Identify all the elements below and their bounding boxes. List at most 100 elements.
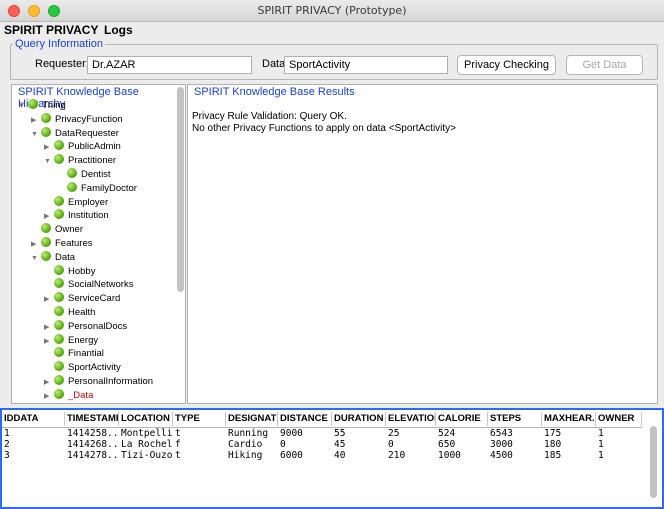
tree-node[interactable]: Employer [44, 195, 108, 209]
tree-node[interactable]: ▼ Practitioner [44, 154, 116, 167]
window-title: SPIRIT PRIVACY (Prototype) [257, 4, 407, 17]
requester-label: Requester: [35, 58, 89, 70]
table-cell: 4500 [490, 450, 513, 461]
tree-node-label: Data [55, 251, 76, 263]
tree-node-label: Institution [68, 210, 109, 222]
class-node-icon [41, 126, 51, 137]
column-header[interactable]: OWNER [596, 412, 642, 426]
table-cell: t [175, 450, 181, 461]
tree-node[interactable]: ▶ ServiceCard [44, 292, 120, 305]
expand-arrow-icon[interactable]: ▶ [31, 114, 41, 127]
tree-node[interactable]: ▼ Thing [18, 99, 66, 112]
tree-node[interactable]: ▼ DataRequester [31, 126, 119, 141]
get-data-button[interactable]: Get Data [566, 55, 643, 75]
tree-node[interactable]: Owner [31, 223, 83, 236]
tree-node[interactable]: Health [44, 306, 95, 319]
class-node-icon [54, 292, 64, 303]
tree-node[interactable]: ▶ _Data [44, 388, 93, 403]
class-node-icon [67, 181, 77, 192]
expand-arrow-icon[interactable]: ▶ [44, 321, 54, 334]
class-node-icon [54, 264, 64, 275]
collapse-arrow-icon[interactable]: ▼ [18, 100, 28, 113]
tree-node-label: Thing [42, 100, 66, 111]
tree-node[interactable]: ▶ PrivacyFunction [31, 112, 123, 127]
tree-node-label: PersonalInformation [68, 376, 154, 387]
tree-node-label: Finantial [68, 348, 104, 360]
column-header[interactable]: MAXHEAR... [542, 412, 596, 426]
tree-node-label: Features [55, 238, 93, 249]
tree-node-label: PublicAdmin [68, 141, 121, 153]
class-node-icon [41, 223, 51, 234]
column-header[interactable]: DESIGNATI... [226, 412, 278, 426]
tree-node[interactable]: Hobby [44, 264, 95, 278]
tree-node[interactable]: ▶ Features [31, 237, 93, 250]
tree-node[interactable]: ▶ Institution [44, 209, 109, 222]
expand-arrow-icon[interactable]: ▶ [44, 376, 54, 389]
expand-arrow-icon[interactable]: ▶ [44, 335, 54, 348]
column-header[interactable]: DISTANCE [278, 412, 332, 426]
column-header[interactable]: ELEVATION [386, 412, 436, 426]
column-header[interactable]: DURATION [332, 412, 386, 426]
tree-node[interactable]: ▼ Data [31, 250, 76, 265]
tree-node[interactable]: PrivacyZone [31, 402, 108, 403]
tree-node-label: Owner [55, 224, 83, 236]
tree-node[interactable]: ▶ PublicAdmin [44, 140, 121, 153]
column-header[interactable]: TYPE [173, 412, 226, 426]
class-node-icon [54, 361, 64, 372]
table-cell: 1 [598, 450, 604, 461]
tree-node-label: Dentist [81, 169, 111, 180]
query-information-panel: Query Information Requester: Dr.AZAR Dat… [10, 38, 658, 80]
tree-node[interactable]: FamilyDoctor [57, 181, 137, 195]
expand-arrow-icon[interactable]: ▶ [44, 293, 54, 306]
data-field[interactable]: SportActivity [284, 56, 448, 74]
column-header[interactable]: STEPS [488, 412, 542, 426]
expand-arrow-icon[interactable]: ▶ [44, 141, 54, 154]
tree-node[interactable]: Finantial [44, 347, 104, 360]
tree-node[interactable]: SportActivity [44, 361, 121, 374]
tree-node-label: SocialNetworks [68, 279, 134, 291]
privacy-checking-button[interactable]: Privacy Checking [457, 55, 556, 75]
class-node-icon [67, 168, 77, 178]
class-node-icon [54, 306, 64, 316]
collapse-arrow-icon[interactable]: ▼ [31, 252, 41, 265]
tree-node-label: Energy [68, 334, 99, 346]
column-header[interactable]: CALORIE [436, 412, 488, 426]
collapse-arrow-icon[interactable]: ▼ [31, 128, 41, 141]
tree-node[interactable]: ▶ PersonalDocs [44, 319, 127, 334]
class-node-icon [54, 209, 64, 220]
collapse-arrow-icon[interactable]: ▼ [44, 155, 54, 168]
table-row[interactable]: 3 1414278... Tizi-Ouzou t Hiking 6000 40 210 100… [2, 450, 642, 462]
requester-field[interactable]: Dr.AZAR [87, 56, 252, 74]
tree-node[interactable]: SocialNetworks [44, 278, 133, 291]
expand-arrow-icon[interactable]: ▶ [31, 238, 41, 251]
tree-node-label: ServiceCard [68, 293, 121, 305]
column-header[interactable]: IDDATA [2, 412, 65, 426]
table-scrollbar[interactable] [650, 426, 657, 498]
knowledge-base-hierarchy-tree[interactable]: SPIRIT Knowledge Base Hierarchy ▼ Thing ▶ P… [11, 84, 186, 404]
table-cell: 210 [388, 450, 406, 461]
query-information-legend: Query Information [13, 38, 106, 50]
expand-arrow-icon[interactable]: ▶ [44, 390, 54, 403]
table-cell: 1414278... [67, 450, 119, 461]
expand-arrow-icon[interactable]: ▶ [44, 210, 54, 223]
table-cell: Hiking [228, 450, 263, 461]
class-node-icon [54, 195, 64, 206]
results-legend: SPIRIT Knowledge Base Results [192, 86, 357, 98]
tree-node-label: PrivacyFunction [55, 113, 123, 125]
column-header[interactable]: TIMESTAMP [65, 412, 119, 426]
menu-spirit-privacy[interactable]: SPIRIT PRIVACY [4, 23, 98, 37]
tree-node[interactable]: ▶ Energy [44, 333, 99, 348]
class-node-icon [54, 347, 64, 358]
tree-node[interactable]: Dentist [57, 168, 111, 181]
class-node-icon [41, 250, 51, 261]
data-table[interactable]: IDDATATIMESTAMPLOCATIONTYPEDESIGNATI...D… [0, 408, 664, 509]
class-node-icon [41, 112, 51, 123]
table-cell: 40 [334, 450, 346, 461]
tree-scrollbar[interactable] [177, 87, 184, 292]
tree-node-label: SportActivity [68, 362, 121, 374]
menu-logs[interactable]: Logs [104, 23, 133, 37]
tree-node-label: DataRequester [55, 127, 119, 139]
table-cell: Tizi-Ouzou [121, 450, 173, 461]
column-header[interactable]: LOCATION [119, 412, 173, 426]
tree-node[interactable]: ▶ PersonalInformation [44, 375, 153, 388]
